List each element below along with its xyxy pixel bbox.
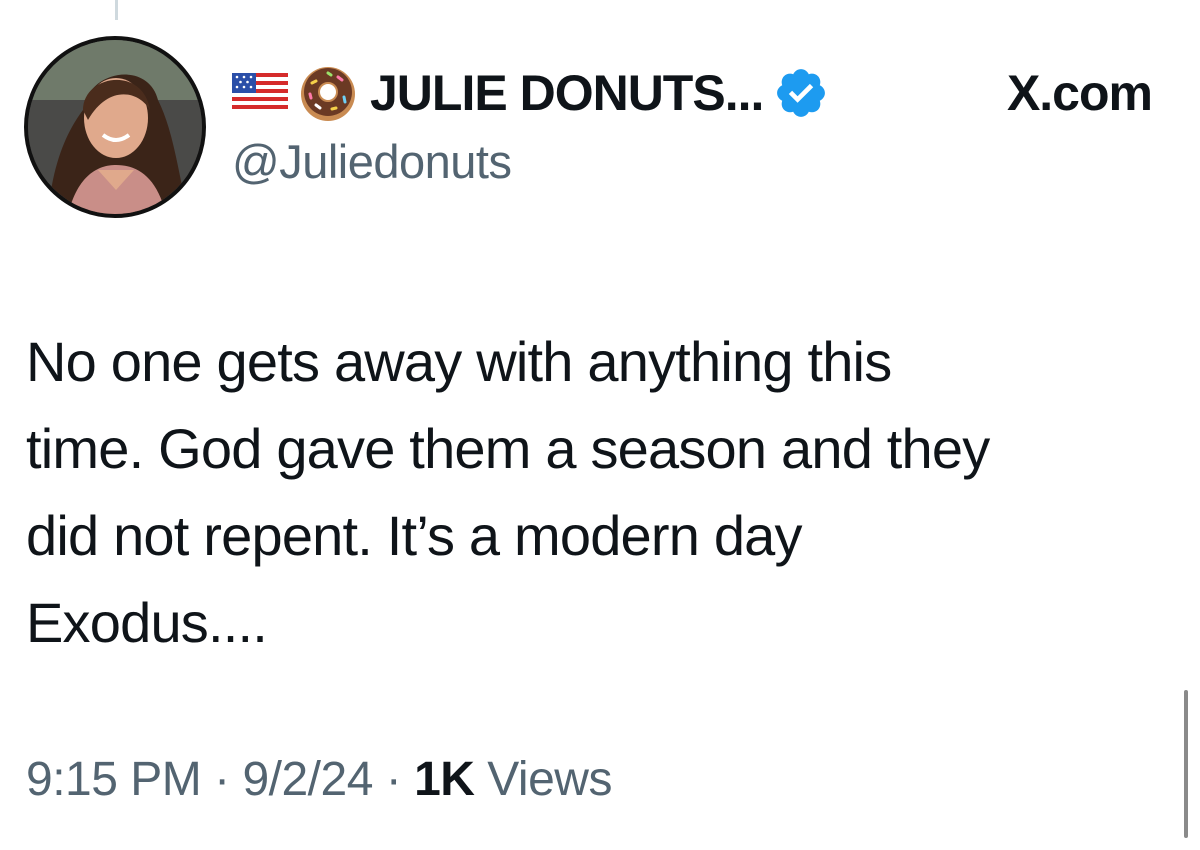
views-count[interactable]: 1K xyxy=(414,753,475,806)
tweet-text-line: No one gets away with anything this xyxy=(26,330,892,393)
author-avatar[interactable] xyxy=(24,36,206,218)
author-handle[interactable]: @Juliedonuts xyxy=(232,134,512,189)
verified-badge-icon[interactable] xyxy=(773,65,829,121)
author-display-name[interactable]: JULIE DONUTS... xyxy=(370,64,764,122)
donut-icon xyxy=(301,67,355,121)
meta-separator: · xyxy=(214,753,230,806)
site-label: X.com xyxy=(1006,65,1153,121)
us-flag-icon xyxy=(232,73,288,113)
tweet-text-line: Exodus.... xyxy=(26,591,268,654)
tweet-text: No one gets away with anything this time… xyxy=(26,318,1176,666)
scroll-indicator[interactable] xyxy=(1184,690,1188,838)
tweet-text-line: did not repent. It’s a modern day xyxy=(26,504,803,567)
tweet-meta: 9:15 PM · 9/2/24 · 1K Views xyxy=(26,752,612,807)
avatar-image xyxy=(28,40,202,214)
thread-connector-line xyxy=(115,0,118,20)
tweet-date[interactable]: 9/2/24 xyxy=(242,753,373,806)
tweet-text-line: time. God gave them a season and they xyxy=(26,417,990,480)
meta-separator: · xyxy=(385,753,402,806)
tweet-time[interactable]: 9:15 PM xyxy=(26,753,202,806)
views-label: Views xyxy=(487,753,612,806)
author-name-row[interactable]: JULIE DONUTS... xyxy=(232,62,829,124)
